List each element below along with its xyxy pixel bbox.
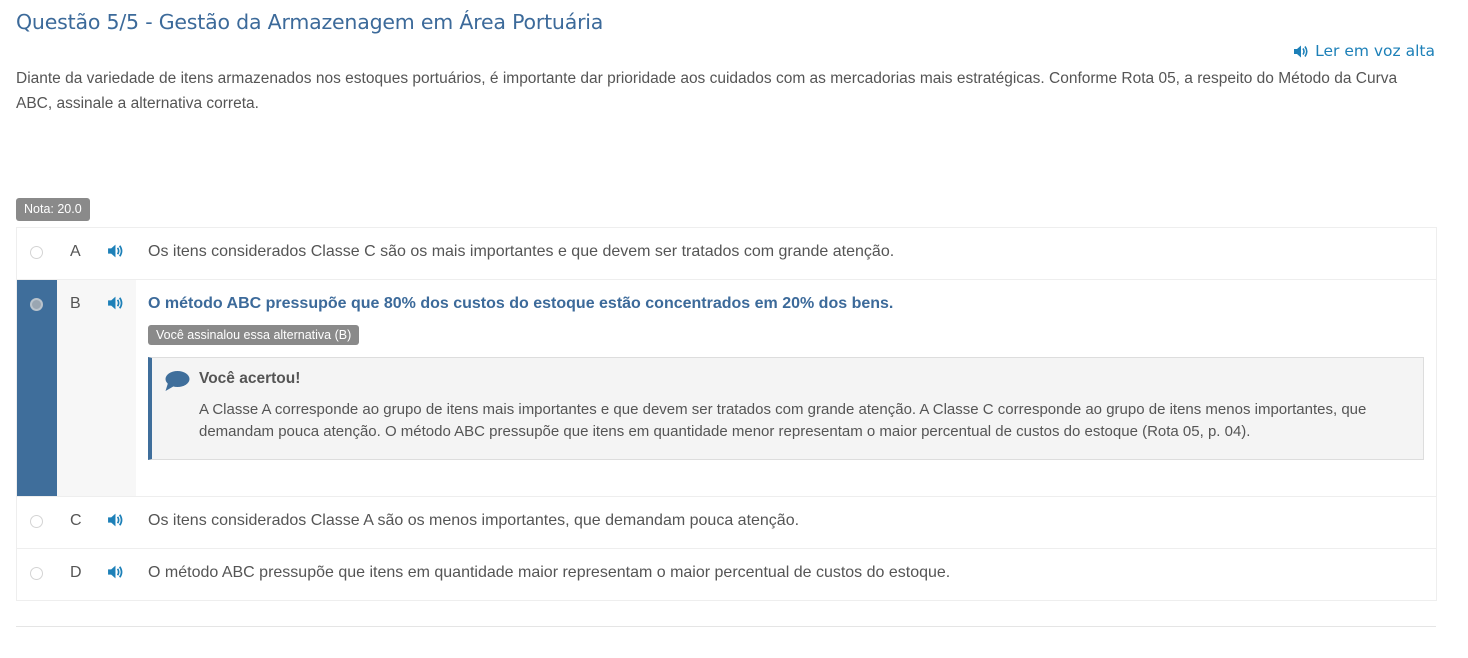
speaker-icon[interactable]: [107, 295, 125, 311]
option-controls: A: [17, 228, 136, 279]
option-radio[interactable]: [30, 246, 43, 259]
option-body: O método ABC pressupõe que itens em quan…: [136, 549, 1436, 600]
options-list: A Os itens considerados Classe C são os …: [16, 227, 1437, 601]
option-letter: A: [70, 243, 81, 260]
option-d[interactable]: D O método ABC pressupõe que itens em qu…: [17, 549, 1436, 601]
feedback-box: Você acertou! A Classe A corresponde ao …: [148, 357, 1424, 460]
divider: [16, 626, 1436, 627]
option-letter: D: [70, 564, 82, 581]
speech-bubble-icon: [165, 371, 190, 391]
read-aloud-label: Ler em voz alta: [1315, 42, 1435, 60]
option-c[interactable]: C Os itens considerados Classe A são os …: [17, 497, 1436, 549]
option-body: Os itens considerados Classe C são os ma…: [136, 228, 1436, 279]
feedback-text: A Classe A corresponde ao grupo de itens…: [199, 401, 1367, 440]
speaker-icon[interactable]: [107, 564, 125, 580]
grade-badge: Nota: 20.0: [16, 198, 90, 221]
option-text: O método ABC pressupõe que itens em quan…: [148, 564, 951, 581]
selected-badge: Você assinalou essa alternativa (B): [148, 325, 360, 345]
option-text: Os itens considerados Classe A são os me…: [148, 512, 800, 529]
feedback-title: Você acertou!: [199, 370, 301, 387]
option-controls: D: [17, 549, 136, 600]
speaker-icon[interactable]: [107, 243, 125, 259]
speaker-icon[interactable]: [107, 512, 125, 528]
option-radio[interactable]: [30, 567, 43, 580]
option-text: Os itens considerados Classe C são os ma…: [148, 243, 895, 260]
option-text: O método ABC pressupõe que 80% dos custo…: [148, 295, 894, 312]
speaker-icon: [1294, 45, 1308, 57]
option-letter: B: [70, 295, 81, 312]
option-body: Os itens considerados Classe A são os me…: [136, 497, 1436, 548]
option-radio[interactable]: [30, 515, 43, 528]
read-aloud-link[interactable]: Ler em voz alta: [1293, 42, 1435, 60]
option-b[interactable]: B O método ABC pressupõe que 80% dos cus…: [17, 280, 1436, 497]
question-text: Diante da variedade de itens armazenados…: [16, 70, 1398, 112]
option-controls: B: [17, 280, 136, 496]
option-body: O método ABC pressupõe que 80% dos custo…: [136, 280, 1436, 496]
option-a[interactable]: A Os itens considerados Classe C são os …: [17, 228, 1436, 280]
question-title: Questão 5/5 - Gestão da Armazenagem em Á…: [16, 10, 604, 34]
option-letter: C: [70, 512, 82, 529]
option-radio[interactable]: [30, 298, 43, 311]
option-controls: C: [17, 497, 136, 548]
